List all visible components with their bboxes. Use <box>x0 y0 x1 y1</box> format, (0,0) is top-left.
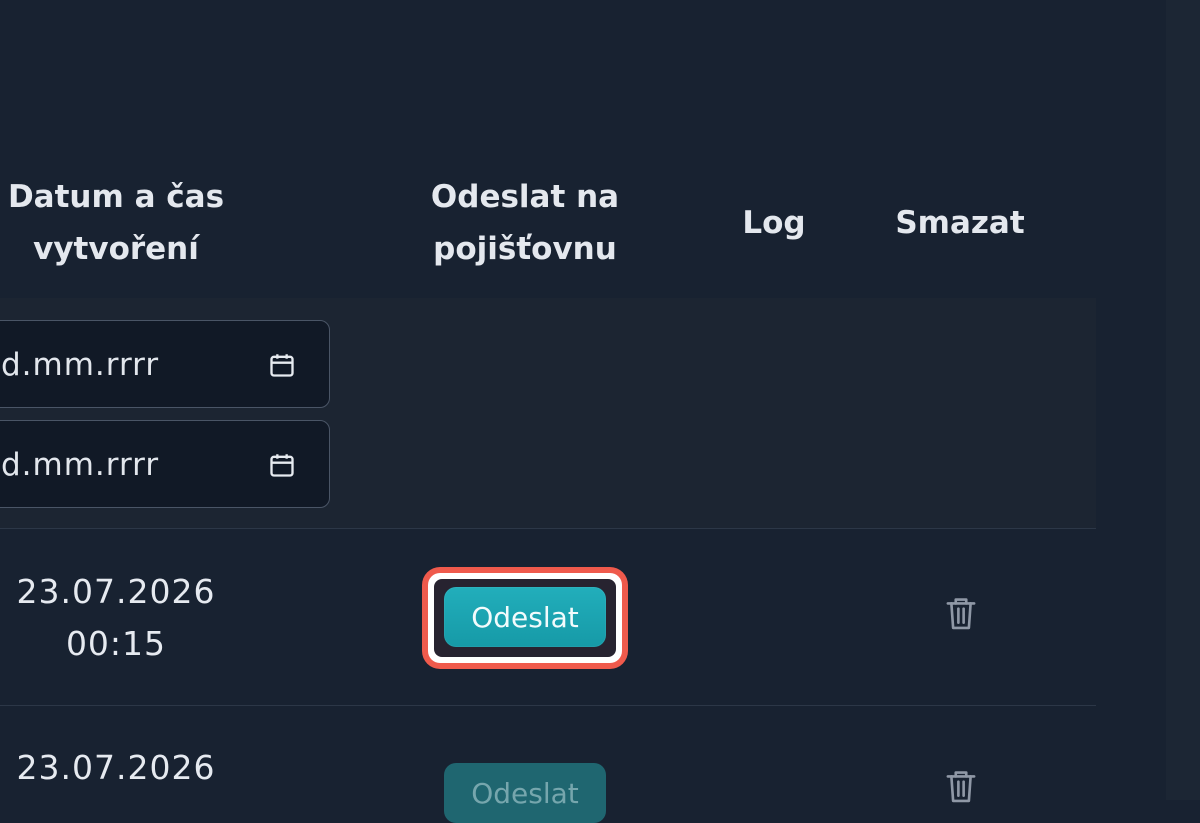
calendar-icon[interactable] <box>268 351 296 379</box>
calendar-icon[interactable] <box>268 451 296 479</box>
table-row: 23.07.2026 Odeslat <box>0 706 1096 823</box>
send-to-insurer-button[interactable]: Odeslat <box>444 763 606 823</box>
trash-icon[interactable] <box>940 591 982 635</box>
created-date: 23.07.2026 <box>16 748 216 787</box>
created-time: 00:15 <box>65 624 167 663</box>
date-from-placeholder: d.mm.rrrr <box>1 347 160 383</box>
trash-icon[interactable] <box>940 764 982 808</box>
column-header-date-created[interactable]: Datum a čas vytvoření <box>0 168 232 278</box>
table-row: 23.07.2026 00:15 Odeslat <box>0 529 1096 706</box>
send-to-insurer-button[interactable]: Odeslat <box>444 587 606 647</box>
column-header-delete[interactable]: Smazat <box>868 168 1052 278</box>
date-to-input[interactable]: d.mm.rrrr <box>0 420 330 508</box>
date-to-placeholder: d.mm.rrrr <box>1 447 160 483</box>
filter-row: d.mm.rrrr d.mm.rrrr <box>0 298 1096 529</box>
scrollbar-gutter[interactable] <box>1166 0 1200 800</box>
created-datetime: 23.07.2026 00:15 <box>0 566 232 670</box>
column-header-log[interactable]: Log <box>716 168 832 278</box>
created-datetime: 23.07.2026 <box>0 742 232 794</box>
submissions-page: Datum a čas vytvoření Odeslat na pojišťo… <box>0 0 1166 823</box>
created-date: 23.07.2026 <box>16 572 216 611</box>
column-header-send-to-insurer[interactable]: Odeslat na pojišťovnu <box>408 168 642 278</box>
date-from-input[interactable]: d.mm.rrrr <box>0 320 330 408</box>
